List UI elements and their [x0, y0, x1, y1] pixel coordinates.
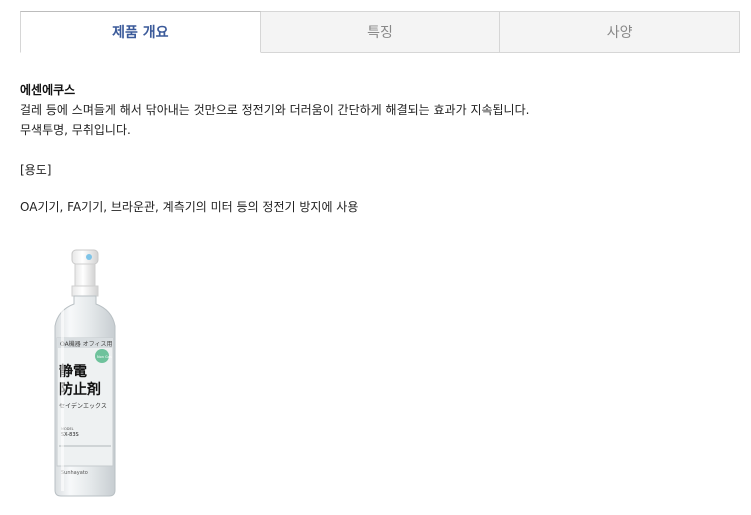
sprayer-head-icon [71, 249, 99, 297]
description-line-1: 걸레 등에 스며들게 해서 닦아내는 것만으로 정전기와 더러움이 간단하게 해… [20, 103, 530, 117]
tab-bar: 제품 개요 특징 사양 [20, 11, 741, 53]
product-image: OA機器 オフィス用 Non Gas 静電 防止剤 セイデンエックス MODEL… [45, 246, 130, 500]
product-name: 에센에쿠스 [20, 83, 76, 97]
usage-text: OA기기, FA기기, 브라운관, 계측기의 미터 등의 정전기 방지에 사용 [20, 200, 359, 214]
description-line-2: 무색투명, 무취입니다. [20, 123, 131, 137]
label-top-text: OA機器 オフィス用 [60, 340, 113, 348]
label-title-line-2: 防止剤 [59, 381, 101, 398]
tab-specifications[interactable]: 사양 [500, 11, 741, 53]
tab-product-overview[interactable]: 제품 개요 [20, 11, 261, 53]
label-subtitle: セイデンエックス [59, 402, 107, 410]
usage-heading: [용도] [20, 163, 52, 177]
tab-features[interactable]: 특징 [260, 11, 501, 53]
brand-text: Sunhayato [61, 470, 88, 476]
product-overview-panel: 에센에쿠스 걸레 등에 스며들게 해서 닦아내는 것만으로 정전기와 더러움이 … [20, 80, 740, 217]
non-gas-badge: Non Gas [97, 355, 112, 359]
